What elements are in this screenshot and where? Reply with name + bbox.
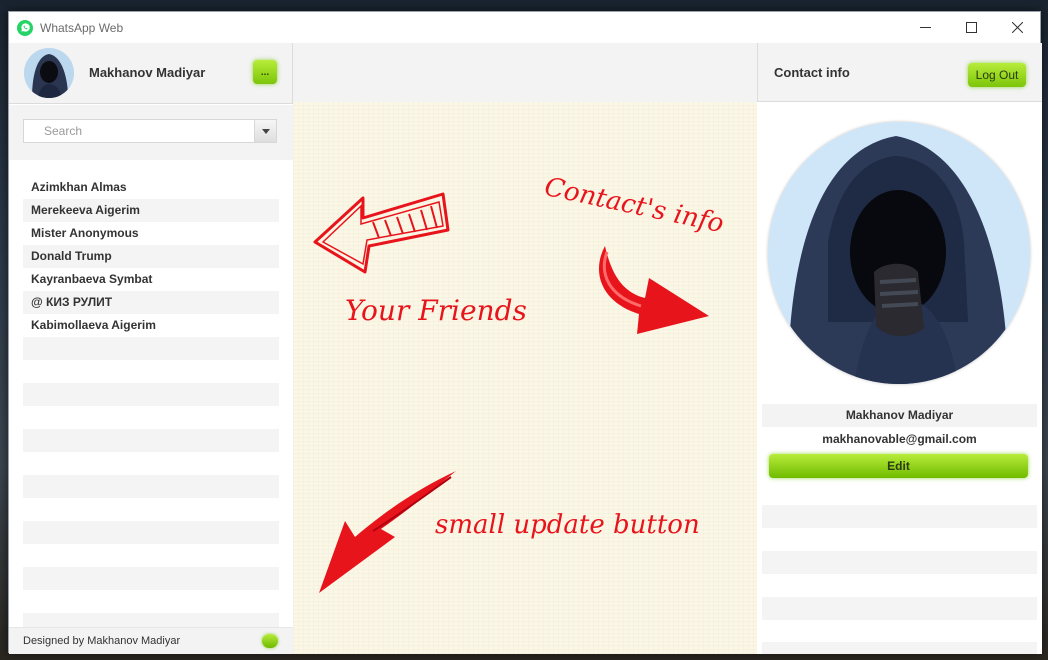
chevron-down-icon <box>261 128 270 134</box>
logout-button[interactable]: Log Out <box>968 63 1026 87</box>
empty-list-row <box>23 360 279 383</box>
window-title: WhatsApp Web <box>40 20 124 35</box>
title-bar[interactable]: WhatsApp Web <box>9 12 1040 43</box>
contact-title: Contact info <box>774 65 850 80</box>
contact-name: Makhanov Madiyar <box>762 404 1037 427</box>
maximize-icon <box>965 22 977 33</box>
empty-list-row <box>23 406 279 429</box>
contact-panel: Contact info Log Out Makhanov Madiyar ma… <box>757 43 1042 654</box>
empty-list-row <box>23 521 279 544</box>
close-button[interactable] <box>994 12 1040 43</box>
maximize-button[interactable] <box>948 12 994 43</box>
empty-list-row <box>23 452 279 475</box>
empty-list-row <box>23 337 279 360</box>
empty-list-row <box>23 567 279 590</box>
search-box <box>23 119 277 143</box>
contact-avatar <box>768 122 1030 384</box>
search-dropdown-button[interactable] <box>254 120 276 142</box>
list-item[interactable]: Azimkhan Almas <box>23 176 279 199</box>
contact-email: makhanovable@gmail.com <box>822 432 977 446</box>
left-panel: Makhanov Madiyar ... Azimkhan Almas Mere… <box>9 43 293 654</box>
left-footer: Designed by Makhanov Madiyar <box>9 627 293 654</box>
friends-list: Azimkhan Almas Merekeeva Aigerim Mister … <box>23 176 279 636</box>
list-item[interactable]: Merekeeva Aigerim <box>23 199 279 222</box>
minimize-button[interactable] <box>902 12 948 43</box>
hooded-person-icon <box>24 48 74 98</box>
empty-list-row <box>23 498 279 521</box>
empty-list-row <box>23 383 279 406</box>
annotation-friends: Your Friends <box>345 294 527 327</box>
empty-info-row <box>762 597 1037 620</box>
annotation-contact-info: Contact's info <box>541 172 727 240</box>
arrow-left-icon <box>313 192 450 274</box>
chat-area: Your Friends Contact's info small update… <box>293 102 757 654</box>
avatar[interactable] <box>24 48 74 98</box>
empty-list-row <box>23 590 279 613</box>
search-area <box>9 105 293 160</box>
chat-header <box>293 43 757 102</box>
empty-list-row <box>23 475 279 498</box>
contact-header: Contact info Log Out <box>757 43 1042 102</box>
empty-info-row <box>762 642 1037 654</box>
profile-name: Makhanov Madiyar <box>89 65 206 80</box>
window-controls <box>902 12 1040 43</box>
profile-menu-button[interactable]: ... <box>253 60 277 84</box>
annotation-update-button: small update button <box>435 510 700 540</box>
hooded-person-icon <box>768 122 1030 384</box>
minimize-icon <box>919 27 931 28</box>
empty-list-row <box>23 429 279 452</box>
empty-info-row <box>762 551 1037 574</box>
list-item[interactable]: Donald Trump <box>23 245 279 268</box>
empty-info-row <box>762 505 1037 528</box>
profile-header: Makhanov Madiyar ... <box>9 43 293 104</box>
close-icon <box>1011 22 1023 33</box>
curved-arrow-icon <box>598 246 709 334</box>
list-item[interactable]: Kabimollaeva Aigerim <box>23 314 279 337</box>
whatsapp-icon <box>17 19 33 36</box>
app-window: WhatsApp Web Makhanov Madiyar ... Search… <box>8 11 1042 654</box>
edit-button[interactable]: Edit <box>769 454 1028 478</box>
list-item[interactable]: @ КИЗ РУЛИТ <box>23 291 279 314</box>
designer-credit: Designed by Makhanov Madiyar <box>23 635 181 647</box>
update-button[interactable] <box>262 634 278 648</box>
list-item[interactable]: Kayranbaeva Symbat <box>23 268 279 291</box>
list-item[interactable]: Mister Anonymous <box>23 222 279 245</box>
search-input[interactable] <box>24 120 252 142</box>
empty-list-row <box>23 544 279 567</box>
